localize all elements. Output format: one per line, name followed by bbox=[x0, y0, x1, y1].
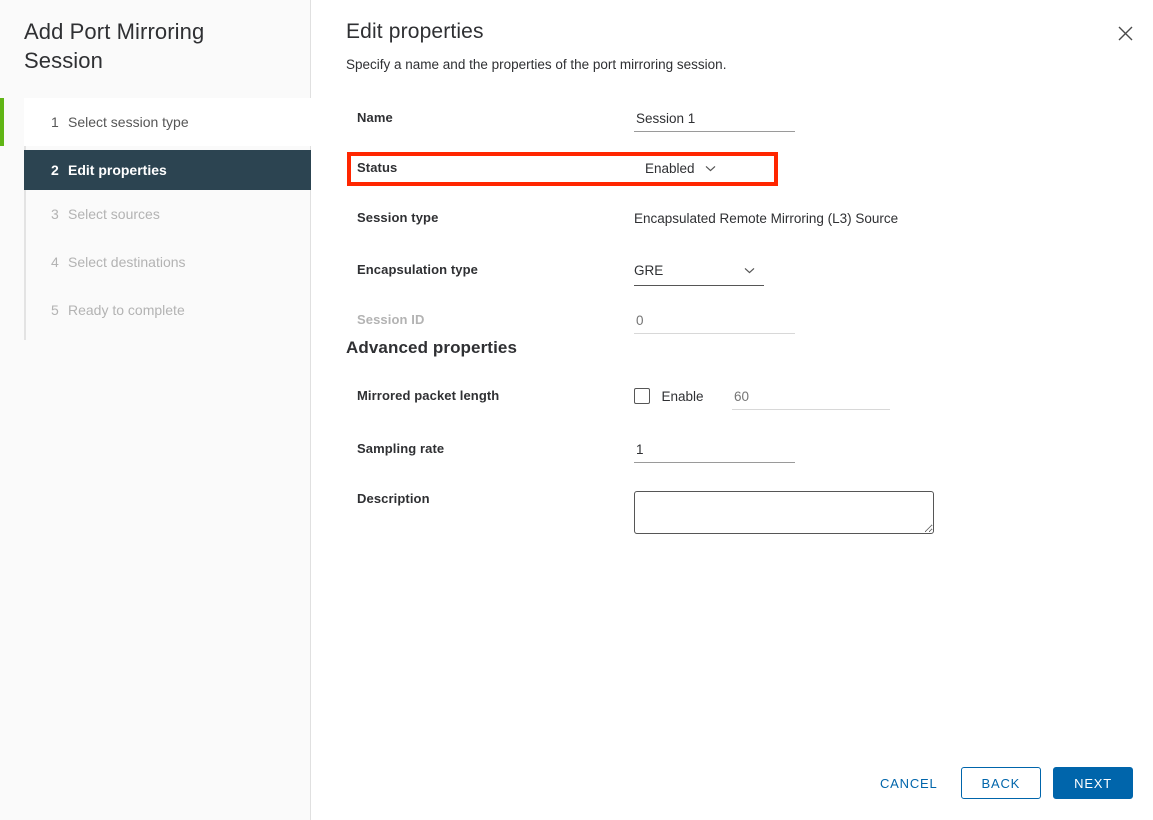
wizard-step-list: 1 Select session type 2 Edit properties … bbox=[0, 98, 311, 334]
encapsulation-type-control: GRE bbox=[634, 262, 1153, 286]
name-label: Name bbox=[311, 110, 634, 125]
chevron-down-icon bbox=[705, 159, 716, 177]
session-type-control: Encapsulated Remote Mirroring (L3) Sourc… bbox=[634, 210, 1153, 228]
encapsulation-type-selected-value: GRE bbox=[634, 263, 734, 278]
back-button[interactable]: BACK bbox=[961, 767, 1042, 799]
name-input[interactable] bbox=[634, 111, 795, 132]
step-label: Select destinations bbox=[68, 254, 186, 270]
session-type-label: Session type bbox=[311, 210, 634, 225]
sidebar-step-select-sources[interactable]: 3 Select sources bbox=[24, 190, 311, 238]
session-id-label: Session ID bbox=[311, 312, 634, 327]
step-label: Select sources bbox=[68, 206, 160, 222]
form-row-mirrored-packet-length: Mirrored packet length Enable bbox=[311, 388, 1153, 426]
sidebar-step-select-session-type[interactable]: 1 Select session type bbox=[24, 98, 311, 146]
step-number: 1 bbox=[51, 114, 68, 130]
form-row-sampling-rate: Sampling rate bbox=[311, 441, 1153, 479]
session-type-value: Encapsulated Remote Mirroring (L3) Sourc… bbox=[634, 210, 898, 226]
close-icon[interactable] bbox=[1112, 20, 1138, 46]
wizard-main-panel: Edit properties Specify a name and the p… bbox=[311, 0, 1153, 820]
chevron-down-icon bbox=[744, 261, 755, 279]
sidebar-step-ready-to-complete[interactable]: 5 Ready to complete bbox=[24, 286, 311, 334]
form-row-encapsulation-type: Encapsulation type GRE bbox=[311, 262, 1153, 300]
cancel-button[interactable]: CANCEL bbox=[865, 767, 953, 799]
step-label: Edit properties bbox=[68, 162, 167, 178]
form-row-name: Name bbox=[311, 110, 1153, 148]
description-textarea[interactable] bbox=[634, 491, 934, 534]
step-number: 2 bbox=[51, 162, 68, 178]
sampling-rate-label: Sampling rate bbox=[311, 441, 634, 456]
mirrored-packet-length-input bbox=[732, 389, 890, 410]
sampling-rate-control bbox=[634, 441, 1153, 463]
description-control bbox=[634, 491, 1153, 534]
next-button[interactable]: NEXT bbox=[1053, 767, 1133, 799]
mirrored-packet-length-control: Enable bbox=[634, 388, 1153, 410]
form-row-status: Status Enabled bbox=[311, 160, 1153, 198]
wizard-footer: CANCEL BACK NEXT bbox=[865, 767, 1133, 799]
add-port-mirroring-session-wizard: Add Port Mirroring Session 1 Select sess… bbox=[0, 0, 1153, 820]
sampling-rate-input[interactable] bbox=[634, 442, 795, 463]
session-id-control bbox=[634, 312, 1153, 334]
step-number: 3 bbox=[51, 206, 68, 222]
encapsulation-type-select[interactable]: GRE bbox=[634, 262, 764, 286]
sidebar-step-select-destinations[interactable]: 4 Select destinations bbox=[24, 238, 311, 286]
status-select[interactable]: Enabled bbox=[634, 160, 716, 184]
mirrored-packet-length-enable-label[interactable]: Enable bbox=[661, 389, 703, 404]
wizard-sidebar: Add Port Mirroring Session 1 Select sess… bbox=[0, 0, 311, 820]
session-id-input bbox=[634, 313, 795, 334]
description-label: Description bbox=[311, 491, 634, 506]
encapsulation-type-label: Encapsulation type bbox=[311, 262, 634, 277]
name-control bbox=[634, 110, 1153, 132]
form-row-session-type: Session type Encapsulated Remote Mirrori… bbox=[311, 210, 1153, 248]
wizard-title: Add Port Mirroring Session bbox=[24, 17, 286, 75]
page-title: Edit properties bbox=[346, 20, 484, 44]
step-number: 4 bbox=[51, 254, 68, 270]
mirrored-packet-length-label: Mirrored packet length bbox=[311, 388, 634, 403]
step-label: Ready to complete bbox=[68, 302, 185, 318]
status-label: Status bbox=[311, 160, 634, 175]
status-control: Enabled bbox=[634, 160, 1153, 184]
step-number: 5 bbox=[51, 302, 68, 318]
sidebar-step-edit-properties[interactable]: 2 Edit properties bbox=[24, 150, 311, 190]
step-label: Select session type bbox=[68, 114, 189, 130]
advanced-properties-heading: Advanced properties bbox=[346, 338, 517, 358]
form-row-description: Description bbox=[311, 491, 1153, 534]
page-subtitle: Specify a name and the properties of the… bbox=[346, 57, 726, 72]
status-selected-value: Enabled bbox=[645, 161, 695, 176]
mirrored-packet-length-enable-checkbox[interactable] bbox=[634, 388, 650, 404]
